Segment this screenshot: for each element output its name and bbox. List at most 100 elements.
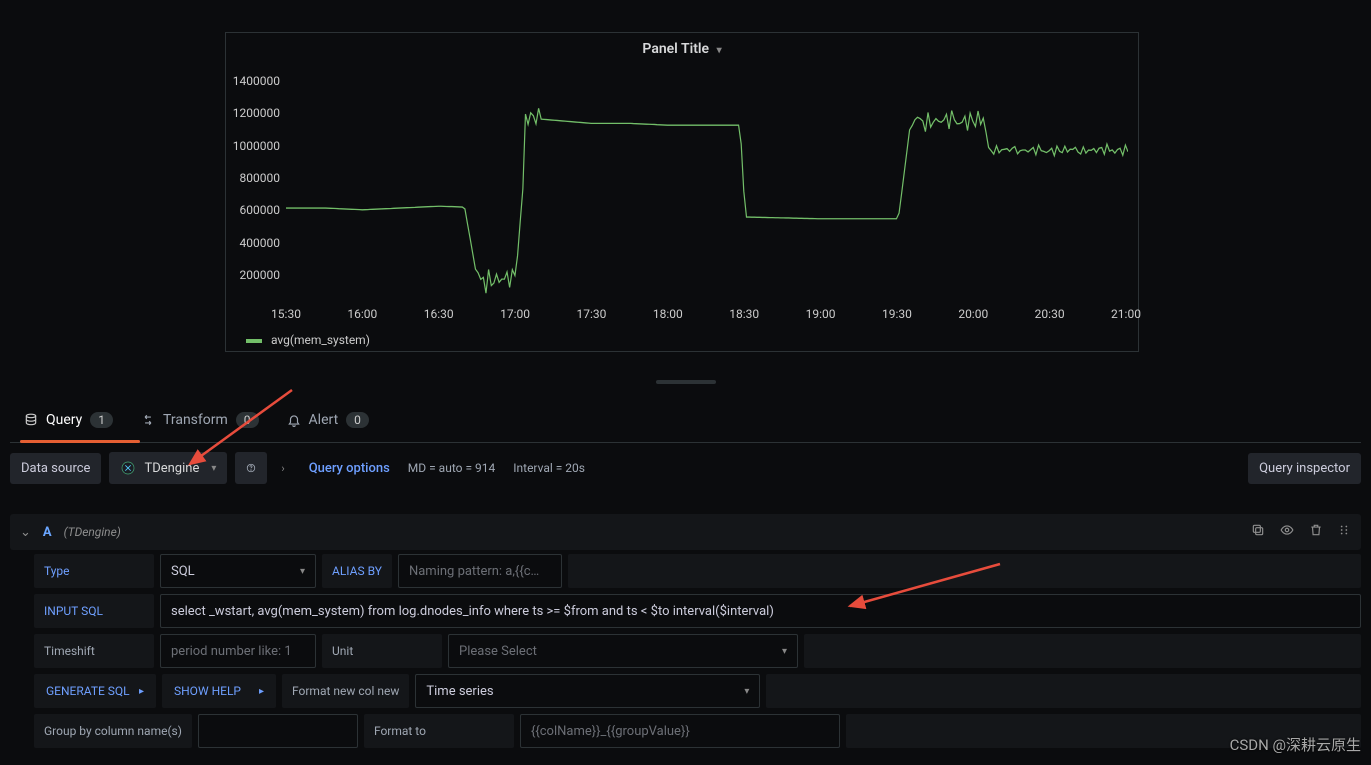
- type-value: SQL: [171, 564, 195, 579]
- toggle-visibility-icon[interactable]: [1279, 523, 1295, 541]
- y-tick: 800000: [240, 171, 280, 185]
- transform-icon: [141, 413, 155, 427]
- unit-select[interactable]: Please Select ▾: [448, 634, 798, 668]
- query-row-header: ⌄ A (TDengine): [10, 514, 1361, 550]
- chevron-down-icon: ▾: [717, 45, 722, 56]
- x-tick: 20:30: [1035, 307, 1065, 321]
- timeshift-placeholder: period number like: 1: [171, 644, 292, 659]
- collapse-toggle[interactable]: ⌄: [20, 525, 31, 540]
- watermark: CSDN @深耕云原生: [1230, 734, 1361, 755]
- bell-icon: [287, 413, 301, 427]
- format-to-input[interactable]: {{colName}}_{{groupValue}}: [520, 714, 840, 748]
- type-label: Type: [34, 554, 154, 588]
- chevron-right-icon: ▸: [259, 686, 264, 697]
- tab-transform[interactable]: Transform 0: [137, 404, 263, 436]
- input-sql-label: INPUT SQL: [34, 594, 154, 628]
- chevron-right-icon: ›: [281, 462, 284, 475]
- query-inspector-button[interactable]: Query inspector: [1248, 453, 1361, 484]
- query-options[interactable]: › Query options MD = auto = 914 Interval…: [275, 461, 591, 476]
- query-options-interval: Interval = 20s: [513, 461, 585, 475]
- legend: avg(mem_system): [246, 333, 370, 347]
- plot-area: [286, 73, 1128, 307]
- chevron-right-icon: ▸: [139, 686, 144, 697]
- format-to-label: Format to: [364, 714, 514, 748]
- drag-handle-icon[interactable]: [1337, 523, 1351, 541]
- generate-sql-label: GENERATE SQL: [46, 684, 130, 698]
- format-new-col-select[interactable]: Time series ▾: [415, 674, 760, 708]
- filler-2: [804, 634, 1361, 668]
- unit-label: Unit: [322, 634, 442, 668]
- legend-swatch: [246, 339, 262, 343]
- x-tick: 17:00: [500, 307, 530, 321]
- filler-3: [766, 674, 1361, 708]
- x-axis: 15:3016:0016:3017:0017:3018:0018:3019:00…: [286, 307, 1128, 325]
- y-tick: 1200000: [233, 106, 280, 120]
- alias-by-input[interactable]: Naming pattern: a,{{c…: [398, 554, 562, 588]
- tdengine-logo-icon: [120, 460, 136, 476]
- y-tick: 600000: [240, 203, 280, 217]
- y-axis: 2000004000006000008000001000000120000014…: [226, 65, 286, 325]
- x-tick: 16:00: [347, 307, 377, 321]
- show-help-button[interactable]: SHOW HELP ▸: [162, 674, 276, 708]
- timeshift-label: Timeshift: [34, 634, 154, 668]
- x-tick: 15:30: [271, 307, 301, 321]
- query-ds-hint: (TDengine): [64, 525, 121, 539]
- x-tick: 16:30: [424, 307, 454, 321]
- x-tick: 17:30: [577, 307, 607, 321]
- panel: Panel Title ▾ 20000040000060000080000010…: [225, 32, 1139, 352]
- panel-title-text: Panel Title: [642, 41, 709, 57]
- datasource-help-button[interactable]: [235, 452, 267, 484]
- resize-handle[interactable]: [656, 380, 716, 384]
- line-series: [286, 73, 1128, 307]
- type-select[interactable]: SQL ▾: [160, 554, 316, 588]
- x-tick: 20:00: [958, 307, 988, 321]
- format-to-value: {{colName}}_{{groupValue}}: [531, 724, 690, 739]
- show-help-label: SHOW HELP: [174, 684, 241, 698]
- query-toolbar: Data source TDengine ▾ › Query options M…: [10, 452, 1361, 484]
- tab-alert-label: Alert: [309, 412, 339, 428]
- database-icon: [24, 413, 38, 427]
- datasource-picker[interactable]: TDengine ▾: [109, 452, 227, 484]
- tab-query-label: Query: [46, 412, 82, 428]
- delete-icon[interactable]: [1309, 523, 1323, 541]
- editor-tabs: Query 1 Transform 0 Alert 0: [10, 398, 1361, 443]
- datasource-label: Data source: [10, 453, 101, 484]
- query-inspector-label: Query inspector: [1259, 461, 1350, 476]
- format-new-col-value: Time series: [426, 684, 493, 699]
- x-tick: 18:30: [729, 307, 759, 321]
- generate-sql-button[interactable]: GENERATE SQL ▸: [34, 674, 156, 708]
- x-tick: 19:30: [882, 307, 912, 321]
- y-tick: 1000000: [233, 139, 280, 153]
- chart: 2000004000006000008000001000000120000014…: [226, 65, 1138, 325]
- duplicate-icon[interactable]: [1251, 523, 1265, 541]
- timeshift-input[interactable]: period number like: 1: [160, 634, 316, 668]
- tab-transform-label: Transform: [163, 412, 228, 428]
- caret-down-icon: ▾: [782, 646, 787, 657]
- alias-by-label: ALIAS BY: [322, 554, 392, 588]
- input-sql-value: select _wstart, avg(mem_system) from log…: [171, 604, 774, 619]
- tab-alert-count: 0: [346, 412, 369, 428]
- x-tick: 18:00: [653, 307, 683, 321]
- tab-query[interactable]: Query 1: [20, 404, 117, 436]
- filler-1: [568, 554, 1361, 588]
- format-new-col-label: Format new col new: [282, 674, 409, 708]
- help-icon: [246, 460, 256, 476]
- group-by-label: Group by column name(s): [34, 714, 192, 748]
- y-tick: 200000: [240, 268, 280, 282]
- tab-alert[interactable]: Alert 0: [283, 404, 373, 436]
- panel-title[interactable]: Panel Title ▾: [226, 33, 1138, 65]
- query-row-actions: [1251, 523, 1351, 541]
- x-tick: 21:00: [1111, 307, 1141, 321]
- y-tick: 1400000: [233, 74, 280, 88]
- group-by-input[interactable]: [198, 714, 358, 748]
- input-sql-field[interactable]: select _wstart, avg(mem_system) from log…: [160, 594, 1361, 628]
- tab-query-count: 1: [90, 412, 113, 428]
- chevron-down-icon: ▾: [211, 463, 216, 474]
- datasource-name: TDengine: [144, 461, 199, 476]
- unit-value: Please Select: [459, 644, 537, 659]
- caret-down-icon: ▾: [300, 566, 305, 577]
- query-options-md: MD = auto = 914: [408, 461, 495, 475]
- tab-transform-count: 0: [236, 412, 259, 428]
- caret-down-icon: ▾: [744, 686, 749, 697]
- query-id: A: [43, 525, 52, 540]
